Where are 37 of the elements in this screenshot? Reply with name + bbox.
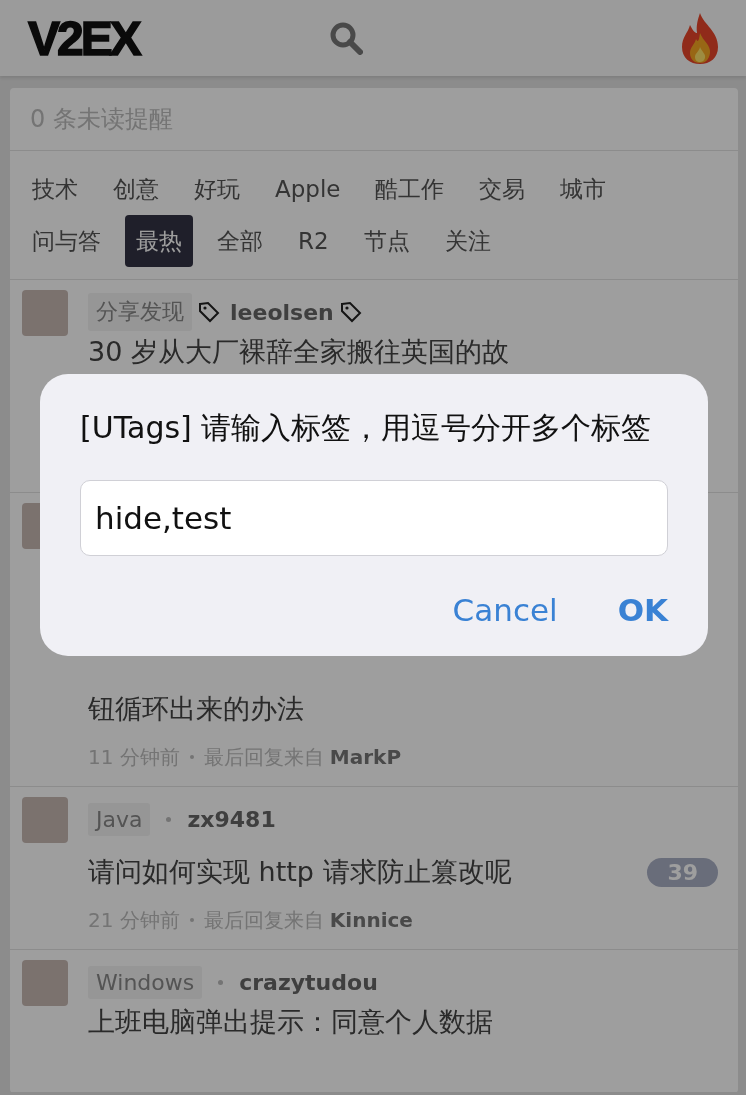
tab[interactable]: Apple — [264, 163, 352, 215]
author-name[interactable]: zx9481 — [187, 806, 276, 832]
topic-title[interactable]: 上班电脑弹出提示：同意个人数据 — [88, 1006, 493, 1038]
last-reply-user[interactable]: MarkP — [329, 742, 402, 772]
tab[interactable]: 交易 — [468, 163, 537, 215]
tag-input-field[interactable]: hide,test — [80, 480, 668, 556]
separator-dot — [189, 918, 194, 922]
author-name[interactable]: leeolsen — [230, 299, 334, 325]
cancel-button[interactable]: Cancel — [452, 586, 558, 634]
separator-dot — [189, 755, 194, 759]
node-tag[interactable]: Java — [88, 802, 151, 836]
tab[interactable]: 城市 — [549, 163, 618, 215]
tab[interactable]: 创意 — [102, 163, 170, 215]
tag-icon[interactable] — [198, 301, 220, 323]
topic-title[interactable]: 请问如何实现 http 请求防止篡改呢 — [88, 849, 512, 895]
tab[interactable]: 酷工作 — [364, 163, 456, 215]
tab[interactable]: 关注 — [433, 215, 502, 267]
tab[interactable]: 全部 — [206, 215, 274, 267]
separator-dot — [218, 979, 224, 985]
tag-icon[interactable] — [339, 301, 362, 323]
logo[interactable]: V2EX — [28, 10, 139, 66]
topic-title[interactable]: 钮循环出来的办法 — [88, 686, 304, 732]
tab[interactable]: 好玩 — [183, 163, 251, 215]
node-tag[interactable]: Windows — [88, 965, 203, 999]
search-icon[interactable] — [328, 21, 363, 55]
dialog-message: [UTags] 请输入标签，用逗号分开多个标签 — [80, 409, 653, 447]
tab[interactable]: 问与答 — [21, 215, 112, 267]
tab[interactable]: 最热 — [125, 215, 193, 267]
node-tag[interactable]: 分享发现 — [88, 293, 192, 331]
separator-dot — [166, 816, 172, 822]
last-reply-user[interactable]: Kinnice — [329, 905, 413, 935]
tab[interactable]: 技术 — [21, 163, 89, 215]
author-name[interactable]: crazytudou — [239, 969, 378, 995]
topic-title[interactable]: 30 岁从大厂裸辞全家搬往英国的故 — [88, 336, 509, 368]
tab[interactable]: 节点 — [352, 215, 421, 267]
tab[interactable]: R2 — [287, 215, 340, 267]
ok-button[interactable]: OK — [617, 586, 668, 634]
